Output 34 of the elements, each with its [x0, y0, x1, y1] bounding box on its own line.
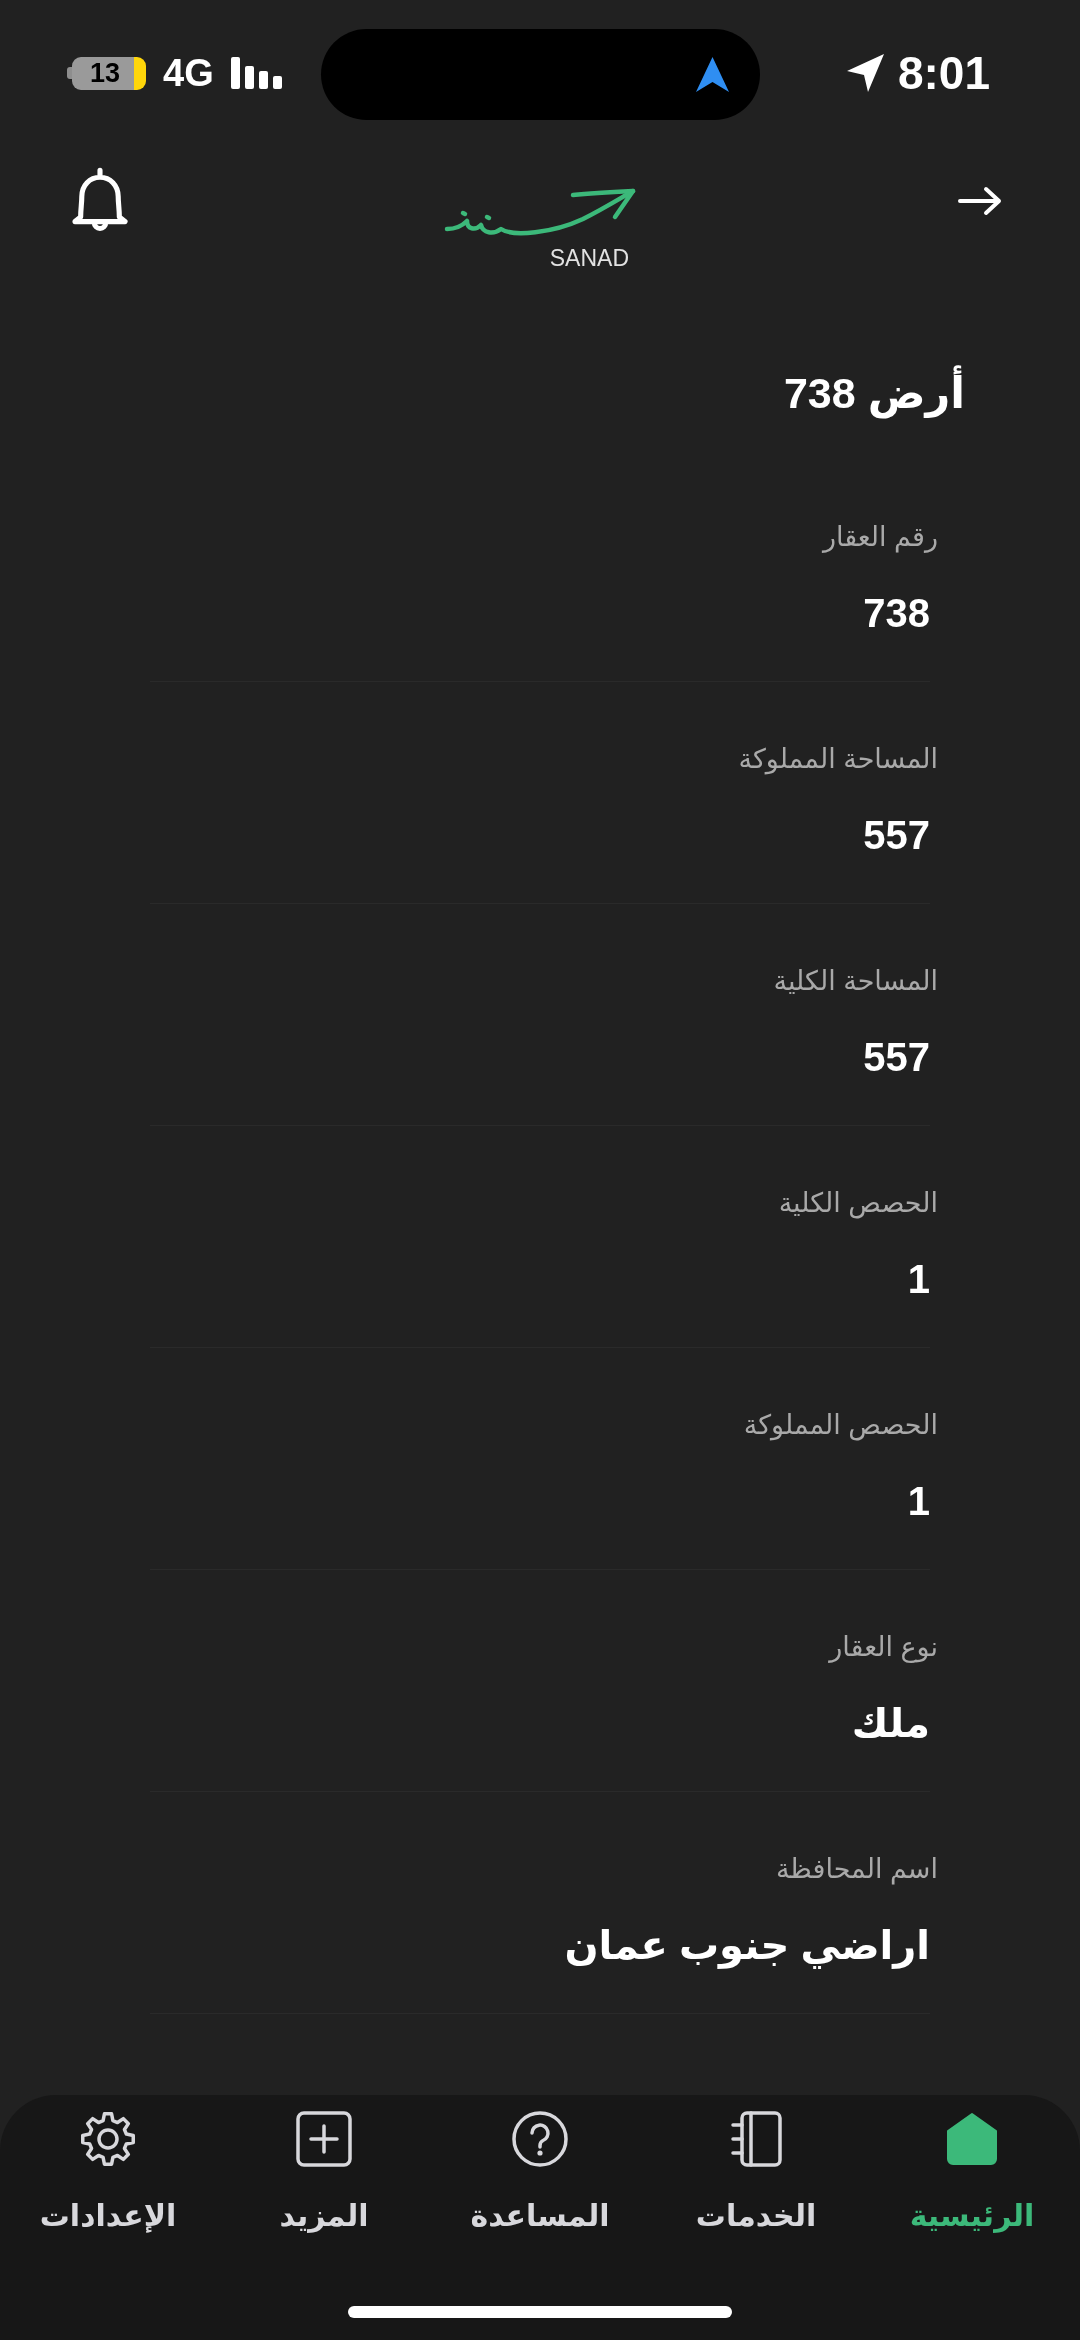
location-arrow-icon: [846, 54, 884, 92]
field-label: اسم المحافظة: [775, 1853, 938, 1887]
field-value: ملك: [851, 1700, 930, 1747]
notebook-icon: [730, 2111, 782, 2167]
field-label: الحصص المملوكة: [743, 1409, 938, 1443]
field-value: اراضي جنوب عمان: [564, 1922, 930, 1971]
help-icon: [512, 2111, 568, 2167]
field-label: رقم العقار: [822, 521, 938, 555]
nav-tab[interactable]: الإعدادات: [0, 2095, 216, 2236]
field-label: المساحة الكلية: [773, 965, 938, 998]
logo-text: SANAD: [549, 245, 629, 271]
nav-tab[interactable]: الخدمات: [648, 2095, 864, 2236]
field-label: المساحة المملوكة: [738, 743, 938, 777]
field-value: 1: [907, 1478, 930, 1525]
settings-icon: [80, 2111, 136, 2167]
battery-indicator: 13: [67, 56, 146, 90]
home-icon: [945, 2111, 999, 2167]
navigation-arrow-icon: [695, 57, 729, 92]
field-value: 1: [907, 1256, 930, 1303]
nav-tab[interactable]: المزيد: [216, 2095, 432, 2236]
notification-bell-icon[interactable]: [71, 167, 129, 233]
field-value: 738: [863, 590, 930, 637]
page-title: أرض 738: [783, 363, 965, 423]
signal-strength-icon: [230, 57, 285, 89]
nav-tab[interactable]: الرئيسية: [864, 2095, 1080, 2236]
field-value: 557: [863, 1034, 930, 1081]
network-label: 4G: [163, 53, 214, 93]
field-label: نوع العقار: [829, 1631, 938, 1665]
status-time: 8:01: [897, 48, 990, 98]
field-label: الحصص الكلية: [778, 1187, 938, 1221]
plus-square-icon: [296, 2111, 352, 2167]
field-value: 557: [863, 812, 930, 859]
nav-tab[interactable]: المساعدة: [432, 2095, 648, 2236]
back-arrow-icon[interactable]: [957, 186, 1002, 216]
